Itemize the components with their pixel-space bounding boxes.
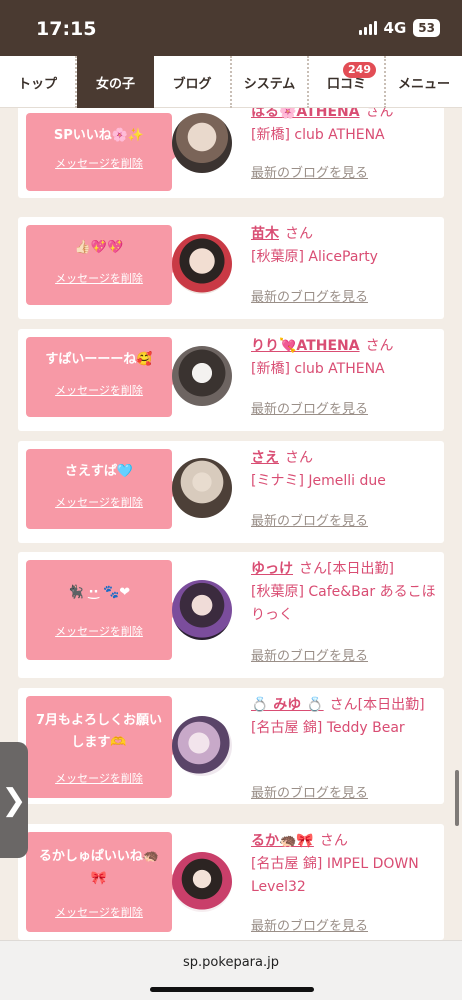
url-label[interactable]: sp.pokepara.jp <box>0 955 462 970</box>
signal-icon <box>358 21 377 35</box>
list-item: るかしゅぱいいね🦔🎀 メッセージを削除 るか🦔🎀 さん [名古屋 錦] IMPEL… <box>18 824 444 940</box>
message-text: 7月もよろしくお願いします🫶 <box>35 713 163 750</box>
avatar[interactable] <box>172 234 232 294</box>
latest-blog-link[interactable]: 最新のブログを見る <box>251 510 368 529</box>
scrollbar[interactable] <box>455 770 459 826</box>
tab-reviews[interactable]: 口コミ 249 <box>309 56 386 108</box>
message-text: さえすぱ🩵 <box>64 464 134 479</box>
shop-name: [新橋] club ATHENA <box>251 127 385 143</box>
message-bubble: 👍🏻💖💖 メッセージを削除 <box>26 225 181 305</box>
tab-label: 女の子 <box>95 76 135 92</box>
battery-icon: 53 <box>413 19 440 37</box>
delete-message-link[interactable]: メッセージを削除 <box>26 494 172 510</box>
girl-info: さえ さん [ミナミ] Jemelli due 最新のブログを見る <box>251 446 436 529</box>
girl-info: 💍 みゆ 💍 さん[本日出勤] [名古屋 錦] Teddy Bear 最新のブログ… <box>251 693 436 801</box>
delete-message-link[interactable]: メッセージを削除 <box>26 270 172 286</box>
girl-info: ゆっけ さん[本日出勤] [秋葉原] Cafe&Bar あるこほりっく 最新のブロ… <box>251 557 436 664</box>
honorific: さん <box>329 697 358 713</box>
girl-info: 苗木 さん [秋葉原] AliceParty 最新のブログを見る <box>251 222 436 305</box>
message-bubble: るかしゅぱいいね🦔🎀 メッセージを削除 <box>26 832 181 932</box>
shop-name: [秋葉原] AliceParty <box>251 249 378 265</box>
girl-name-link[interactable]: 💍 みゆ 💍 <box>251 697 324 713</box>
status-icons: 4G 53 <box>358 19 440 37</box>
tab-label: トップ <box>17 76 57 92</box>
girl-name-link[interactable]: はる🌸ATHENA <box>251 108 360 120</box>
list-item: 7月もよろしくお願いします🫶 メッセージを削除 💍 みゆ 💍 さん[本日出勤] [… <box>18 688 444 804</box>
honorific: さん <box>365 108 394 120</box>
message-bubble: 7月もよろしくお願いします🫶 メッセージを削除 <box>26 696 181 798</box>
shop-name: [名古屋 錦] Teddy Bear <box>251 720 405 736</box>
latest-blog-link[interactable]: 最新のブログを見る <box>251 286 368 305</box>
shop-name: [ミナミ] Jemelli due <box>251 473 386 489</box>
list-item: SPいいね🌸✨ メッセージを削除 はる🌸ATHENA さん [新橋] club A… <box>18 108 444 198</box>
latest-blog-link[interactable]: 最新のブログを見る <box>251 645 368 664</box>
tab-label: システム <box>243 76 296 92</box>
tab-system[interactable]: システム <box>232 56 309 108</box>
avatar[interactable] <box>172 346 232 406</box>
side-drawer-handle[interactable]: ❯ <box>0 742 28 858</box>
delete-message-link[interactable]: メッセージを削除 <box>26 382 172 398</box>
message-text: すぱいーーーね🥰 <box>45 352 153 367</box>
home-indicator[interactable] <box>150 987 314 992</box>
girl-name-link[interactable]: りり💘ATHENA <box>251 338 360 354</box>
message-text: 👍🏻💖💖 <box>74 240 124 255</box>
shop-name: [秋葉原] Cafe&Bar あるこほりっく <box>251 584 436 623</box>
attendance-status: [本日出勤] <box>357 697 425 713</box>
girl-name-link[interactable]: るか🦔🎀 <box>251 833 314 849</box>
honorific: さん <box>365 338 394 354</box>
message-bubble: 🐈‍⬛‪‪ ·͜· 🐾❤︎ メッセージを削除 <box>26 560 181 660</box>
message-bubble: SPいいね🌸✨ メッセージを削除 <box>26 113 181 191</box>
list-item: 🐈‍⬛‪‪ ·͜· 🐾❤︎ メッセージを削除 ゆっけ さん[本日出勤] [秋葉原]… <box>18 552 444 678</box>
avatar[interactable] <box>172 580 232 640</box>
message-list: SPいいね🌸✨ メッセージを削除 はる🌸ATHENA さん [新橋] club A… <box>0 108 462 940</box>
honorific: さん <box>299 561 327 577</box>
honorific: さん <box>285 226 313 242</box>
message-bubble: さえすぱ🩵 メッセージを削除 <box>26 449 181 529</box>
delete-message-link[interactable]: メッセージを削除 <box>26 904 172 920</box>
tab-girls[interactable]: 女の子 <box>77 56 154 108</box>
girl-name-link[interactable]: 苗木 <box>251 226 279 242</box>
latest-blog-link[interactable]: 最新のブログを見る <box>251 398 368 417</box>
message-text: SPいいね🌸✨ <box>53 128 145 143</box>
shop-name: [名古屋 錦] IMPEL DOWN Level32 <box>251 856 419 895</box>
review-count-badge: 249 <box>343 62 376 78</box>
chevron-right-icon: ❯ <box>1 782 27 818</box>
girl-name-link[interactable]: さえ <box>251 450 279 466</box>
avatar[interactable] <box>172 113 232 173</box>
girl-info: はる🌸ATHENA さん [新橋] club ATHENA 最新のブログを見る <box>251 108 436 181</box>
delete-message-link[interactable]: メッセージを削除 <box>26 623 172 639</box>
status-bar: 17:15 4G 53 <box>0 0 462 56</box>
tab-menu[interactable]: メニュー <box>386 56 462 108</box>
message-text: るかしゅぱいいね🦔🎀 <box>38 849 160 886</box>
tab-label: メニュー <box>397 76 450 92</box>
delete-message-link[interactable]: メッセージを削除 <box>26 770 172 786</box>
network-label: 4G <box>383 19 407 37</box>
tab-blog[interactable]: ブログ <box>154 56 232 108</box>
message-text: 🐈‍⬛‪‪ ·͜· 🐾❤︎ <box>67 585 131 600</box>
tab-label: ブログ <box>172 76 212 92</box>
avatar[interactable] <box>172 852 232 912</box>
honorific: さん <box>285 450 313 466</box>
list-item: すぱいーーーね🥰 メッセージを削除 りり💘ATHENA さん [新橋] club … <box>18 329 444 431</box>
list-item: さえすぱ🩵 メッセージを削除 さえ さん [ミナミ] Jemelli due 最新… <box>18 441 444 543</box>
girl-info: るか🦔🎀 さん [名古屋 錦] IMPEL DOWN Level32 最新のブログ… <box>251 829 436 934</box>
delete-message-link[interactable]: メッセージを削除 <box>26 155 172 171</box>
avatar[interactable] <box>172 458 232 518</box>
tab-top[interactable]: トップ <box>0 56 77 108</box>
girl-name-link[interactable]: ゆっけ <box>251 561 293 577</box>
girl-info: りり💘ATHENA さん [新橋] club ATHENA 最新のブログを見る <box>251 334 436 417</box>
browser-address-bar: sp.pokepara.jp <box>0 940 462 1000</box>
latest-blog-link[interactable]: 最新のブログを見る <box>251 915 368 934</box>
attendance-status: [本日出勤] <box>327 561 394 577</box>
message-bubble: すぱいーーーね🥰 メッセージを削除 <box>26 337 181 417</box>
shop-name: [新橋] club ATHENA <box>251 361 385 377</box>
latest-blog-link[interactable]: 最新のブログを見る <box>251 162 368 181</box>
avatar[interactable] <box>172 716 232 776</box>
honorific: さん <box>319 833 348 849</box>
latest-blog-link[interactable]: 最新のブログを見る <box>251 782 368 801</box>
status-time: 17:15 <box>36 18 97 40</box>
list-item: 👍🏻💖💖 メッセージを削除 苗木 さん [秋葉原] AliceParty 最新のブ… <box>18 217 444 319</box>
main-tabs: トップ 女の子 ブログ システム 口コミ 249 メニュー <box>0 56 462 108</box>
